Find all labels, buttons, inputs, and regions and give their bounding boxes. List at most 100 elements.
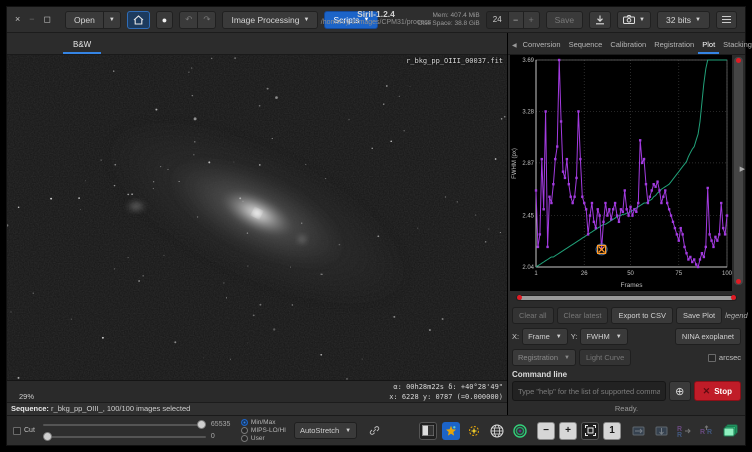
save-as-button[interactable] [589,11,611,29]
record-icon: ● [162,15,167,25]
tab-conversion[interactable]: Conversion [519,36,565,54]
close-icon[interactable]: × [15,15,20,24]
scrollbar-top-marker [736,58,741,63]
home-icon [133,15,144,25]
counter-value: 24 [486,11,508,29]
tab-sequence[interactable]: Sequence [565,36,607,54]
chevron-down-icon: ▼ [109,17,115,23]
command-line-label: Command line [508,368,745,379]
redo-button[interactable]: ↷ [198,11,216,29]
arcsec-checkbox[interactable]: arcsec [708,353,741,362]
frame-range-slider[interactable] [512,292,741,304]
negative-view-button[interactable] [419,422,437,440]
high-threshold-slider[interactable] [43,420,206,429]
siril-window: × − ◻ Open ▼ ● ↶ ↷ Image Processing ▼ Sc… [6,6,746,446]
light-curve-button[interactable]: Light Curve [579,349,631,366]
mirror-y-button[interactable] [652,422,670,440]
checkbox-icon [13,427,21,435]
chevron-down-icon: ▼ [616,334,622,340]
cursor-coordinates: α: 00h28m22s δ: +40°28'49" x: 6228 y: 07… [389,382,503,402]
minimize-icon[interactable]: − [29,15,34,24]
zoom-out-button[interactable]: − [537,422,555,440]
viewer-tab-bar: B&W [7,33,507,55]
radio-minmax[interactable]: Min/Max [241,419,286,426]
tab-bw[interactable]: B&W [63,36,101,54]
svg-text:R: R [707,429,712,436]
star-detection-button[interactable] [442,422,460,440]
threshold-sliders: 65535 0 [43,420,233,441]
undo-icon: ↶ [185,14,192,25]
clear-all-button[interactable]: Clear all [512,307,554,324]
zoom-level: 29% [19,392,34,401]
maximize-icon[interactable]: ◻ [44,15,51,24]
clear-latest-button[interactable]: Clear latest [557,307,609,324]
sequence-list-button[interactable] [721,422,739,440]
radio-mips-lohi[interactable]: MIPS-LO/HI [241,427,286,434]
radio-icon [241,427,248,434]
star-icon [445,425,457,437]
tab-stacking[interactable]: Stacking [719,36,752,54]
tab-registration[interactable]: Registration [650,36,698,54]
registration-preview-y-button[interactable]: R R [698,422,716,440]
open-recent-dropdown[interactable]: ▼ [104,11,121,29]
annotations-button[interactable] [488,422,506,440]
increment-button[interactable]: + [524,11,540,29]
mirror-x-button[interactable] [629,422,647,440]
high-threshold-value: 65535 [211,421,233,428]
svg-text:3.28: 3.28 [522,109,534,115]
record-button[interactable]: ● [156,11,173,29]
photometry-button[interactable] [511,422,529,440]
registration-preview-x-button[interactable]: R R [675,422,693,440]
image-processing-menu[interactable]: Image Processing ▼ [222,11,318,29]
legend-label: legend [725,311,750,320]
sequence-info-bar: Sequence: r_bkg_pp_OIII_, 100/100 images… [7,402,507,415]
low-threshold-slider[interactable] [43,432,206,441]
mirror-x-icon [632,425,645,437]
svg-text:Frames: Frames [620,282,643,289]
app-title: Siril-1.2.4 [321,9,431,19]
snapshot-button[interactable]: ▼ [617,11,651,29]
circle-plus-icon: ⊕ [675,385,684,398]
command-help-button[interactable]: ⊕ [669,381,691,401]
radio-icon [241,435,248,442]
link-channels-button[interactable] [365,422,383,440]
bit-depth-dropdown[interactable]: 32 bits ▼ [657,11,710,29]
image-canvas[interactable]: r_bkg_pp_OIII_00037.fit [7,55,507,380]
counter-spinner: 24 − + [486,11,540,29]
save-plot-button[interactable]: Save Plot [676,307,722,324]
cut-checkbox[interactable]: Cut [13,427,35,435]
registration-dropdown[interactable]: Registration ▼ [512,349,576,366]
working-directory: /home/cyril/Images/CPM31/process [321,19,431,26]
fwhm-plot[interactable]: 2.042.452.873.283.691265075100FramesFWHM… [510,55,732,291]
psf-button[interactable] [465,422,483,440]
radio-user[interactable]: User [241,435,286,442]
command-input[interactable] [512,381,666,401]
main-menu-button[interactable] [716,11,737,29]
chevron-down-icon: ▼ [695,17,701,23]
zoom-in-button[interactable]: + [559,422,577,440]
save-button[interactable]: Save [546,11,583,29]
chevron-down-icon: ▼ [304,17,310,23]
export-csv-button[interactable]: Export to CSV [611,307,673,324]
home-button[interactable] [127,11,150,29]
tabs-scroll-left-icon[interactable]: ◀ [510,42,519,54]
svg-text:FWHM (px): FWHM (px) [512,148,518,179]
svg-text:50: 50 [627,271,634,277]
zoom-fit-button[interactable] [581,422,599,440]
y-axis-dropdown[interactable]: FWHM ▼ [580,328,627,345]
undo-button[interactable]: ↶ [179,11,198,29]
x-axis-dropdown[interactable]: Frame ▼ [522,328,568,345]
image-viewer-panel: B&W [7,33,508,415]
stop-button[interactable]: ✕ Stop [694,381,741,401]
zoom-100-button[interactable]: 1 [603,422,621,440]
open-button[interactable]: Open [65,11,104,29]
panel-expander-icon[interactable]: ▶ [740,165,745,173]
decrement-button[interactable]: − [508,11,524,29]
tab-calibration[interactable]: Calibration [606,36,650,54]
plot-area: 2.042.452.873.283.691265075100FramesFWHM… [508,55,745,291]
display-toolbar: Cut 65535 0 Min/Max MIPS-LO/HI User Auto… [7,415,745,445]
nina-exoplanet-button[interactable]: NINA exoplanet [675,328,741,345]
tab-plot[interactable]: Plot [698,36,719,54]
chevron-down-icon: ▼ [564,355,570,361]
stretch-mode-dropdown[interactable]: AutoStretch ▼ [294,422,357,439]
